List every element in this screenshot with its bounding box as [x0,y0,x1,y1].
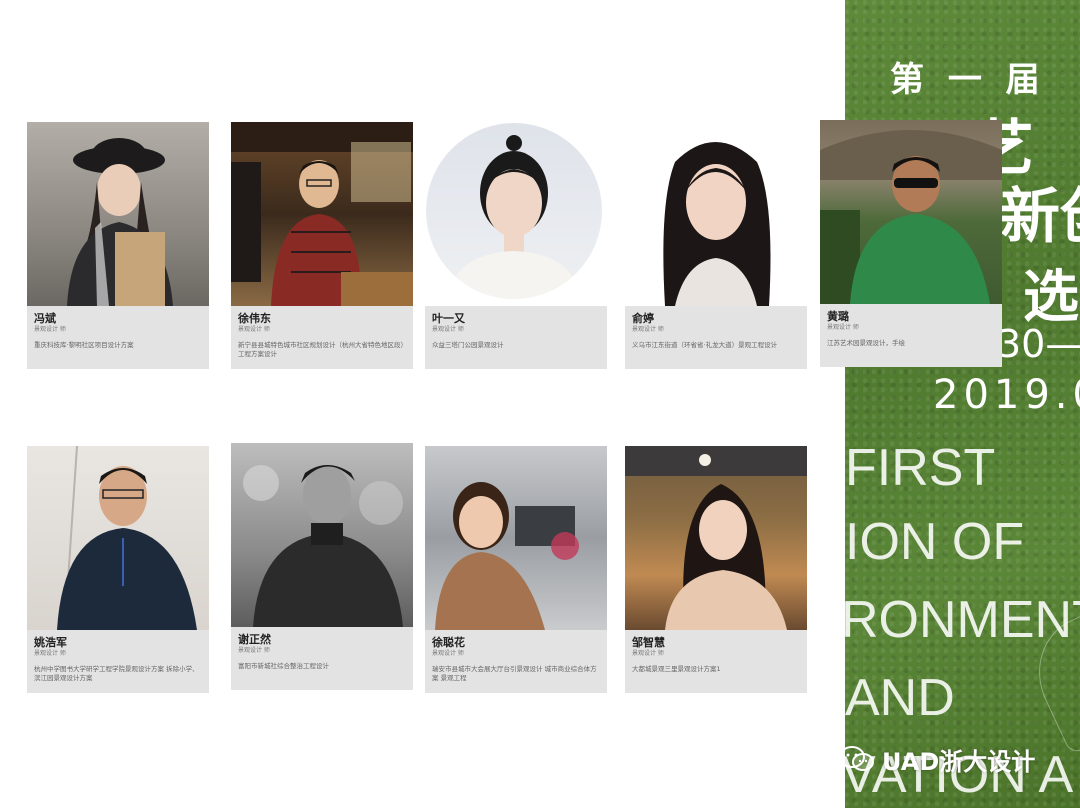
profile-desc: 富阳市新城社综合整治工程设计 [238,662,329,670]
en-line-3: RONMENT [845,591,1080,649]
profile-info: 俞婷 景观设计 师 义乌市江东街道（环省省·礼龙大道）景观工程设计 [625,306,807,369]
profile-card: 姚浩军 景观设计 师 杭州中学图书大学研学工程学院景观设计方案 拆除小学、滨江园… [27,446,209,693]
profile-photo [231,443,413,627]
profile-info: 徐聪花 景观设计 师 瑞安市县城市大会展大厅台引景观设计 城市商业综合体方案 景… [425,630,607,693]
title-line-5: 30— [997,322,1080,366]
profile-desc: 江苏艺术园景观设计，手绘 [827,339,905,347]
profile-card: 黄璐 景观设计 师 江苏艺术园景观设计，手绘 [820,120,1002,367]
profile-photo [27,446,209,630]
profile-role: 景观设计 师 [632,650,664,657]
profile-info: 冯斌 景观设计 师 重庆科技库·黎明社区项目设计方案 [27,306,209,369]
profile-role: 景观设计 师 [432,326,464,333]
profile-name: 徐伟东 [238,312,271,325]
profile-info: 谢正然 景观设计 师 富阳市新城社综合整治工程设计 [231,627,413,690]
profile-name: 徐聪花 [432,636,465,649]
en-line-2: ION OF [845,513,1025,571]
profile-desc: 义乌市江东街道（环省省·礼龙大道）景观工程设计 [632,341,778,349]
profile-photo [625,122,807,306]
profile-name: 姚浩军 [34,636,67,649]
profile-photo [625,446,807,630]
profile-role: 景观设计 师 [432,650,464,657]
profile-name: 俞婷 [632,312,654,325]
profile-role: 景观设计 师 [34,650,66,657]
watermark-text: UAD浙大设计 [882,747,1036,776]
profile-info: 黄璐 景观设计 师 江苏艺术园景观设计，手绘 [820,304,1002,367]
profile-desc: 新宁县县城特色城市社区规划设计（杭州大省特色地区段）工程方案设计 [238,341,404,358]
profile-name: 叶一又 [432,312,465,325]
profile-desc: 众益三塔门公园景观设计 [432,341,504,349]
profile-photo [425,122,607,306]
profile-info: 邹智慧 景观设计 师 大都城景观三里景观设计方案1 [625,630,807,693]
profile-photo [27,122,209,306]
profile-card: 徐聪花 景观设计 师 瑞安市县城市大会展大厅台引景观设计 城市商业综合体方案 景… [425,446,607,693]
profile-desc: 杭州中学图书大学研学工程学院景观设计方案 拆除小学、滨江园景观设计方案 [34,665,199,682]
profile-card: 邹智慧 景观设计 师 大都城景观三里景观设计方案1 [625,446,807,693]
profile-card: 俞婷 景观设计 师 义乌市江东街道（环省省·礼龙大道）景观工程设计 [625,122,807,369]
profile-photo [820,120,1002,304]
title-line-4: 选 [1023,265,1079,330]
profile-info: 姚浩军 景观设计 师 杭州中学图书大学研学工程学院景观设计方案 拆除小学、滨江园… [27,630,209,693]
en-line-4: AND [845,669,955,727]
profile-card: 叶一又 景观设计 师 众益三塔门公园景观设计 [425,122,607,369]
profile-desc: 重庆科技库·黎明社区项目设计方案 [34,341,134,349]
profile-info: 叶一又 景观设计 师 众益三塔门公园景观设计 [425,306,607,369]
profile-role: 景观设计 师 [238,326,270,333]
profile-role: 景观设计 师 [34,326,66,333]
profile-name: 黄璐 [827,310,849,323]
profile-card: 谢正然 景观设计 师 富阳市新城社综合整治工程设计 [231,443,413,690]
date-text: 2019.0 [933,372,1080,418]
profile-desc: 大都城景观三里景观设计方案1 [632,665,721,673]
wechat-watermark: UAD浙大设计 [838,742,1035,776]
profile-name: 冯斌 [34,312,56,325]
profile-role: 景观设计 师 [632,326,664,333]
profile-info: 徐伟东 景观设计 师 新宁县县城特色城市社区规划设计（杭州大省特色地区段）工程方… [231,306,413,369]
profile-desc: 瑞安市县城市大会展大厅台引景观设计 城市商业综合体方案 景观工程 [432,665,597,682]
title-line-1: 第 一 届 [890,60,1046,100]
profile-photo [425,446,607,630]
wechat-icon [838,745,876,773]
profile-card: 冯斌 景观设计 师 重庆科技库·黎明社区项目设计方案 [27,122,209,369]
title-line-3: 新创 [1000,182,1080,252]
profile-role: 景观设计 师 [238,647,270,654]
profile-name: 邹智慧 [632,636,665,649]
profile-name: 谢正然 [238,633,271,646]
profile-role: 景观设计 师 [827,324,859,331]
profile-photo [231,122,413,306]
profile-card: 徐伟东 景观设计 师 新宁县县城特色城市社区规划设计（杭州大省特色地区段）工程方… [231,122,413,369]
en-line-1: FIRST [845,439,996,497]
